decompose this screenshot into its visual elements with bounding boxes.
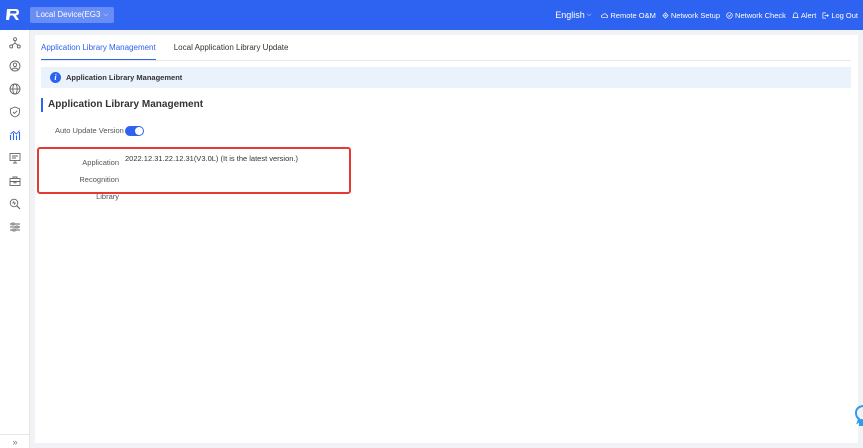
settings-sliders-icon [10, 222, 20, 232]
sidebar-item-globe[interactable] [9, 83, 21, 95]
device-select-label: Local Device(EG3 [36, 10, 101, 19]
recognition-label-line1: Application Recognition [79, 158, 119, 184]
tab-local-application-library-update[interactable]: Local Application Library Update [174, 43, 289, 60]
sidebar-item-user[interactable] [9, 60, 21, 72]
tab-label: Local Application Library Update [173, 43, 289, 52]
ruijie-logo [6, 9, 19, 20]
top-bar: Local Device(EG3 ⌵ English ⌵ Remote O&M … [0, 0, 863, 30]
language-select[interactable]: English ⌵ [555, 10, 591, 20]
cloud-icon [601, 12, 609, 18]
auto-update-toggle[interactable] [125, 126, 144, 136]
main-panel: Application Library Management Local App… [35, 35, 858, 443]
remote-om-link[interactable]: Remote O&M [601, 10, 656, 20]
tab-bar: Application Library Management Local App… [41, 43, 288, 60]
tabs-divider [41, 60, 851, 61]
info-icon: i [50, 72, 61, 83]
info-banner: i Application Library Management [41, 67, 851, 88]
globe-icon [9, 83, 21, 95]
chevron-down-icon: ⌵ [586, 11, 592, 18]
chart-icon [9, 130, 21, 140]
network-setup-link[interactable]: Network Setup [662, 11, 720, 20]
sidebar-item-topology[interactable] [9, 37, 21, 49]
user-icon [9, 60, 21, 72]
recognition-library-value: 2022.12.31.22.12.31(V3.0L) (It is the la… [125, 154, 299, 163]
language-label: English [555, 10, 585, 20]
sidebar-item-security[interactable] [9, 106, 21, 118]
sidebar: » [0, 30, 30, 448]
logout-icon [822, 12, 830, 18]
toggle-knob [135, 127, 143, 135]
double-chevron-right-icon: » [12, 436, 18, 447]
recognition-library-label: Application Recognition Library [45, 154, 119, 205]
search-diagnose-icon [9, 198, 21, 210]
sidebar-item-flow[interactable] [9, 129, 21, 141]
help-chat-icon[interactable] [853, 404, 863, 426]
sidebar-item-toolbox[interactable] [9, 175, 21, 187]
shield-icon [10, 106, 20, 118]
alert-link[interactable]: Alert [791, 10, 817, 20]
network-setup-label: Network Setup [670, 10, 721, 20]
section-title: Application Library Management [41, 98, 203, 112]
tab-application-library-management[interactable]: Application Library Management [41, 43, 156, 60]
auto-update-label: Auto Update Version [55, 126, 124, 135]
toolbox-icon [9, 176, 21, 186]
network-setup-icon [662, 11, 669, 19]
monitor-icon [9, 153, 21, 164]
sidebar-item-diagnose[interactable] [9, 198, 21, 210]
alert-icon [791, 12, 799, 18]
sidebar-item-settings[interactable] [9, 221, 21, 233]
chevron-down-icon: ⌵ [103, 12, 109, 18]
sidebar-item-monitor[interactable] [9, 152, 21, 164]
logout-link[interactable]: Log Out [822, 11, 858, 20]
network-check-link[interactable]: Network Check [726, 11, 786, 20]
alert-label: Alert [800, 10, 817, 20]
tab-label: Application Library Management [41, 43, 156, 52]
remote-om-label: Remote O&M [610, 10, 656, 20]
topology-icon [9, 37, 21, 49]
recognition-label-line2: Library [96, 192, 119, 201]
sidebar-collapse-button[interactable]: » [0, 434, 30, 448]
info-banner-text: Application Library Management [66, 73, 183, 82]
device-select[interactable]: Local Device(EG3 ⌵ [30, 7, 115, 23]
network-check-label: Network Check [735, 10, 786, 20]
network-check-icon [726, 11, 733, 19]
logout-label: Log Out [831, 10, 858, 20]
